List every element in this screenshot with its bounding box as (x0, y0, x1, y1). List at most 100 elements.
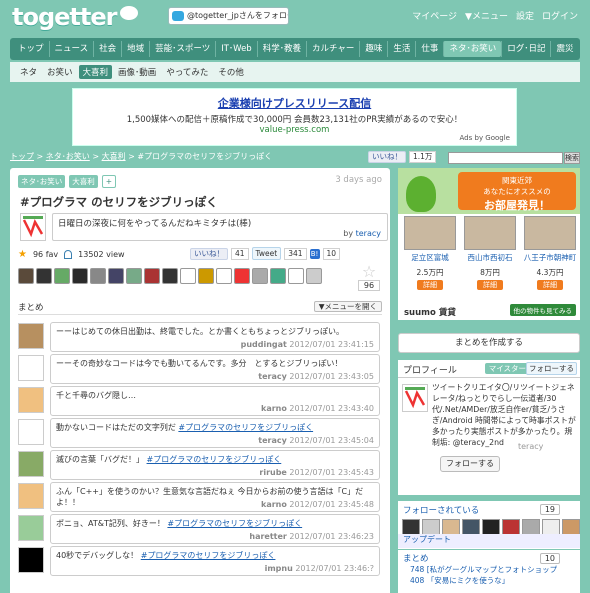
detail-button[interactable]: 詳細 (537, 280, 563, 290)
matome-item[interactable]: 748 [私がグーグルマップとフォトショップ (398, 564, 580, 575)
hashtag-link[interactable]: #プログラマのセリフをジブリっぽく (147, 455, 282, 464)
update-link[interactable]: アップデート (398, 534, 580, 548)
fav-user-avatar[interactable] (288, 268, 304, 284)
tweet-time[interactable]: 2012/07/01 23:41:15 (289, 340, 374, 349)
tweet-user[interactable]: impnu (265, 564, 293, 573)
fav-user-avatar[interactable] (180, 268, 196, 284)
followers-label[interactable]: フォローされている (403, 506, 479, 516)
tweet-avatar[interactable] (18, 323, 44, 349)
house-listing[interactable]: 八王子市朝神町 4.3万円 詳細 (522, 216, 578, 296)
tweet-time[interactable]: 2012/07/01 23:45:04 (289, 436, 374, 445)
hashtag-link[interactable]: #プログラマのセリフをジブリっぽく (178, 423, 313, 432)
menu-link[interactable]: ▼メニュー (465, 9, 508, 22)
nav-item[interactable]: 趣味 (359, 41, 387, 57)
nav-item[interactable]: 芸能･スポーツ (149, 41, 215, 57)
facebook-like-button-2[interactable]: いいね！ (190, 247, 228, 260)
tweet-time[interactable]: 2012/07/01 23:43:40 (289, 404, 374, 413)
crumb-neta[interactable]: ネタ･お笑い (46, 152, 90, 161)
follow-button[interactable]: フォローする (440, 456, 500, 472)
crumb-top[interactable]: トップ (10, 152, 34, 161)
tweet-user[interactable]: karno (261, 500, 287, 509)
tweet-user[interactable]: rirube (259, 468, 286, 477)
fav-count[interactable]: 96 fav (33, 250, 58, 259)
nav-item[interactable]: ネタ･お笑い (443, 41, 502, 57)
fav-user-avatar[interactable] (90, 268, 106, 284)
tweet-time[interactable]: 2012/07/01 23:43:05 (289, 372, 374, 381)
house-listing[interactable]: 足立区富城 2.5万円 詳細 (402, 216, 458, 296)
matome-item[interactable]: 408 「安易にミクを使うな」 (398, 575, 580, 586)
fav-user-avatar[interactable] (162, 268, 178, 284)
detail-button[interactable]: 詳細 (477, 280, 503, 290)
mypage-link[interactable]: マイページ (412, 9, 457, 22)
subnav-item[interactable]: 画像･動画 (114, 65, 160, 79)
tweet-user[interactable]: teracy (258, 436, 287, 445)
fav-total[interactable]: ☆ 96 (358, 264, 380, 291)
tweet-avatar[interactable] (18, 451, 44, 477)
tweet-user[interactable]: puddingat (241, 340, 287, 349)
create-matome-button[interactable]: まとめを作成する (398, 333, 580, 353)
suumo-ad[interactable]: 関東近郊 あなたにオススメの お部屋発見！ 足立区富城 2.5万円 詳細 西山市西初石… (398, 168, 580, 320)
tweet-user[interactable]: haretter (249, 532, 286, 541)
fav-user-avatar[interactable] (198, 268, 214, 284)
tweet-user[interactable]: teracy (258, 372, 287, 381)
fav-user-avatar[interactable] (216, 268, 232, 284)
detail-button[interactable]: 詳細 (417, 280, 443, 290)
nav-item[interactable]: ログ･日記 (501, 41, 550, 57)
tweet-user[interactable]: karno (261, 404, 287, 413)
tweet-time[interactable]: 2012/07/01 23:46:? (295, 564, 374, 573)
settings-link[interactable]: 設定 (516, 9, 534, 22)
google-ad[interactable]: 企業様向けプレスリリース配信 1,500媒体への配信＋原稿作成で30,000円 … (72, 88, 517, 146)
tweet-avatar[interactable] (18, 387, 44, 413)
tweet-button[interactable]: Tweet (251, 247, 282, 260)
nav-item[interactable]: 仕事 (415, 41, 443, 57)
author-link[interactable]: teracy (356, 229, 381, 238)
nav-item[interactable]: トップ (13, 41, 49, 57)
twitter-follow-button[interactable]: @togetter_jpさんをフォロー (168, 7, 289, 25)
fav-user-avatar[interactable] (270, 268, 286, 284)
hatena-bookmark-icon[interactable]: B! (309, 248, 320, 259)
fav-user-avatar[interactable] (54, 268, 70, 284)
hashtag-link[interactable]: #プログラマのセリフをジブリっぽく (141, 551, 276, 560)
search-input[interactable] (448, 152, 563, 164)
nav-item[interactable]: 社会 (93, 41, 121, 57)
subnav-item[interactable]: 大喜利 (78, 65, 113, 79)
login-link[interactable]: ログイン (542, 9, 578, 22)
nav-item[interactable]: IT･Web (215, 41, 256, 57)
author-avatar[interactable] (20, 213, 46, 241)
crumb-ogiri[interactable]: 大喜利 (102, 152, 126, 161)
tweet-time[interactable]: 2012/07/01 23:45:43 (289, 468, 374, 477)
fav-user-avatar[interactable] (252, 268, 268, 284)
search-button[interactable]: 検索 (564, 152, 580, 164)
matome-panel-label[interactable]: まとめ (403, 554, 429, 564)
hashtag-link[interactable]: #プログラマのセリフをジブリっぽく (167, 519, 302, 528)
subnav-item[interactable]: お笑い (43, 65, 77, 79)
subnav-item[interactable]: その他 (214, 65, 248, 79)
nav-item[interactable]: 生活 (387, 41, 415, 57)
nav-item[interactable]: 科学･教養 (256, 41, 306, 57)
meister-badge[interactable]: マイスター (484, 363, 530, 374)
ad-url[interactable]: value-press.com (73, 125, 516, 135)
subnav-item[interactable]: ネタ (16, 65, 41, 79)
facebook-like-button[interactable]: いいね！ (368, 151, 406, 163)
ad-title[interactable]: 企業様向けプレスリリース配信 (73, 95, 516, 111)
tweet-avatar[interactable] (18, 515, 44, 541)
tweet-avatar[interactable] (18, 355, 44, 381)
tag-neta[interactable]: ネタ･お笑い (18, 175, 66, 188)
subnav-item[interactable]: やってみた (162, 65, 212, 79)
fav-user-avatar[interactable] (126, 268, 142, 284)
fav-user-avatar[interactable] (234, 268, 250, 284)
nav-item[interactable]: ニュース (48, 41, 94, 57)
nav-item[interactable]: 地域 (121, 41, 149, 57)
tweet-time[interactable]: 2012/07/01 23:45:48 (289, 500, 374, 509)
nav-item[interactable]: カルチャー (305, 41, 359, 57)
fav-user-avatar[interactable] (108, 268, 124, 284)
ads-by-google[interactable]: Ads by Google (460, 134, 510, 142)
tweet-avatar[interactable] (18, 483, 44, 509)
more-listings-button[interactable]: 他の物件も見てみる (509, 304, 576, 316)
fav-user-avatar[interactable] (36, 268, 52, 284)
profile-avatar[interactable] (402, 384, 428, 412)
tweet-avatar[interactable] (18, 547, 44, 573)
fav-user-avatar[interactable] (144, 268, 160, 284)
tweet-avatar[interactable] (18, 419, 44, 445)
tag-ogiri[interactable]: 大喜利 (69, 175, 98, 188)
